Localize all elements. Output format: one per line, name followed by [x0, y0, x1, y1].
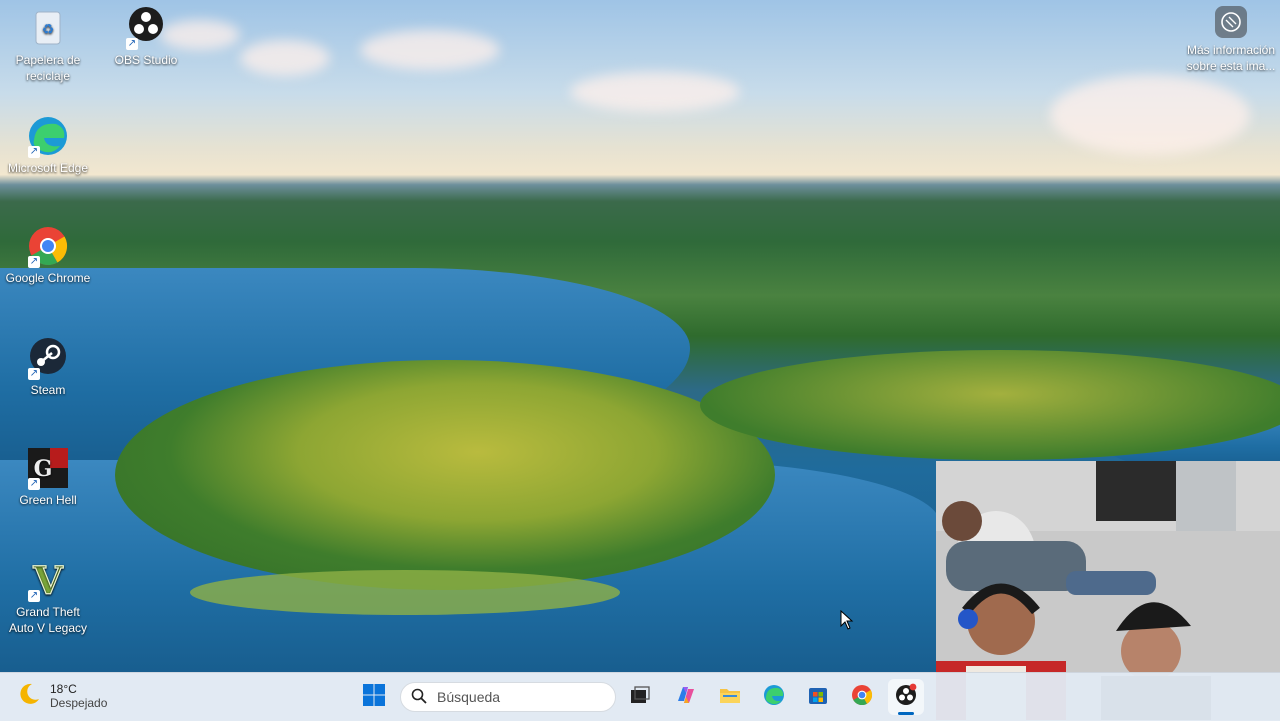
- desktop-icon-label: Green Hell: [19, 493, 77, 507]
- wallpaper-reeds: [190, 570, 620, 615]
- wallpaper-cloud: [570, 72, 740, 112]
- desktop-icon-label: OBS Studio: [114, 53, 178, 67]
- green-hell-icon: G ↗: [26, 446, 70, 490]
- desktop-icon-label: Microsoft Edge: [7, 161, 89, 175]
- edge-icon: ↗: [26, 114, 70, 158]
- search-box[interactable]: Búsqueda: [400, 682, 616, 712]
- weather-temp: 18°C: [50, 681, 77, 696]
- desktop-icon-obs-studio[interactable]: ↗ OBS Studio: [101, 6, 191, 68]
- weather-condition: Despejado: [50, 695, 108, 710]
- edge-icon: [762, 683, 786, 712]
- copilot-icon: [674, 683, 698, 712]
- copilot-button[interactable]: [668, 679, 704, 715]
- desktop-icon-label: Grand Theft Auto V Legacy: [8, 605, 88, 635]
- taskbar-chrome-button[interactable]: [844, 679, 880, 715]
- shortcut-arrow-icon: ↗: [126, 38, 138, 50]
- recycle-bin-icon: ♻: [26, 6, 70, 50]
- wallpaper-cloud: [1050, 75, 1250, 155]
- desktop-icon-steam[interactable]: ↗ Steam: [3, 336, 93, 398]
- svg-text:♻: ♻: [42, 21, 55, 37]
- wallpaper-cloud: [360, 30, 500, 70]
- file-explorer-icon: [718, 683, 742, 712]
- search-icon: [411, 688, 427, 707]
- taskbar-edge-button[interactable]: [756, 679, 792, 715]
- desktop-icon-gta-v[interactable]: V ↗ Grand Theft Auto V Legacy: [3, 557, 93, 636]
- moon-icon: [16, 681, 42, 710]
- task-view-button[interactable]: [622, 679, 658, 715]
- more-info-label: Más información sobre esta ima...: [1186, 43, 1276, 73]
- task-view-icon: [629, 684, 651, 711]
- shortcut-arrow-icon: ↗: [28, 478, 40, 490]
- gta-v-icon: V ↗: [26, 557, 70, 604]
- desktop-icon-microsoft-edge[interactable]: ↗ Microsoft Edge: [3, 114, 93, 176]
- mouse-cursor: [840, 609, 854, 635]
- wallpaper-peninsula: [115, 360, 775, 590]
- wallpaper-meadow: [700, 350, 1280, 460]
- desktop-icon-label: Steam: [30, 383, 66, 397]
- taskbar-obs-button[interactable]: [888, 679, 924, 715]
- microsoft-store-icon: [806, 683, 830, 712]
- desktop-icon-label: Papelera de reciclaje: [15, 53, 81, 83]
- windows-start-icon: [362, 683, 386, 712]
- more-info-button[interactable]: Más información sobre esta ima...: [1186, 6, 1276, 74]
- file-explorer-button[interactable]: [712, 679, 748, 715]
- desktop-icon-green-hell[interactable]: G ↗ Green Hell: [3, 446, 93, 508]
- desktop-icon-google-chrome[interactable]: ↗ Google Chrome: [3, 224, 93, 286]
- desktop-icon-recycle-bin[interactable]: ♻ Papelera de reciclaje: [3, 6, 93, 84]
- search-placeholder: Búsqueda: [437, 689, 501, 705]
- shortcut-arrow-icon: ↗: [28, 256, 40, 268]
- obs-studio-icon: [894, 683, 918, 712]
- start-button[interactable]: [356, 679, 392, 715]
- taskbar: 18°C Despejado Búsqueda: [0, 672, 1280, 721]
- shortcut-arrow-icon: ↗: [28, 590, 40, 602]
- shortcut-arrow-icon: ↗: [28, 368, 40, 380]
- obs-studio-icon: ↗: [124, 6, 168, 50]
- active-app-indicator: [898, 712, 914, 715]
- microsoft-store-button[interactable]: [800, 679, 836, 715]
- steam-icon: ↗: [26, 336, 70, 380]
- camera-info-icon: [1215, 6, 1247, 38]
- desktop-icon-label: Google Chrome: [5, 271, 91, 285]
- shortcut-arrow-icon: ↗: [28, 146, 40, 158]
- chrome-icon: [850, 683, 874, 712]
- chrome-icon: ↗: [26, 224, 70, 268]
- weather-widget[interactable]: 18°C Despejado: [16, 681, 107, 710]
- wallpaper-cloud: [240, 40, 330, 76]
